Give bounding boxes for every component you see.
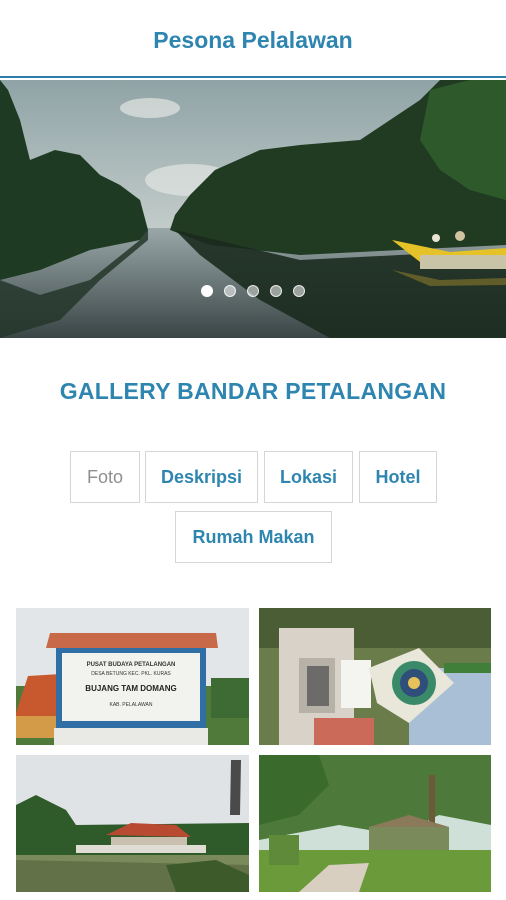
tab-hotel[interactable]: Hotel (359, 451, 437, 503)
gallery-photo-lake-building[interactable] (16, 755, 249, 892)
carousel-dot[interactable] (201, 285, 213, 297)
gallery-photo-sign-building[interactable]: PUSAT BUDAYA PETALANGAN DESA BETUNG KEC.… (16, 608, 249, 745)
gallery-photo-emblem[interactable] (259, 608, 491, 745)
tab-deskripsi[interactable]: Deskripsi (145, 451, 258, 503)
app-header: Pesona Pelalawan (0, 0, 506, 78)
gallery-photo-park[interactable] (259, 755, 491, 892)
carousel-dot[interactable] (270, 285, 282, 297)
hero-carousel[interactable] (0, 80, 506, 338)
carousel-dot[interactable] (224, 285, 236, 297)
tab-rumah-makan[interactable]: Rumah Makan (175, 511, 332, 563)
sign-line-3: BUJANG TAM DOMANG (85, 684, 176, 693)
sign-line-1: PUSAT BUDAYA PETALANGAN (87, 662, 176, 668)
sign-building-image: PUSAT BUDAYA PETALANGAN DESA BETUNG KEC.… (16, 608, 249, 745)
tab-lokasi[interactable]: Lokasi (264, 451, 353, 503)
carousel-dot[interactable] (247, 285, 259, 297)
emblem-sign-image (259, 608, 491, 745)
carousel-indicator (0, 285, 506, 297)
gallery-title: GALLERY BANDAR PETALANGAN (59, 378, 447, 404)
sign-line-2: DESA BETUNG KEC. PKL. KURAS (91, 671, 171, 677)
sign-line-4: KAB. PELALAWAN (110, 702, 153, 708)
carousel-dot[interactable] (293, 285, 305, 297)
tab-foto[interactable]: Foto (70, 451, 140, 503)
lake-building-image (16, 755, 249, 892)
park-image (259, 755, 491, 892)
app-title: Pesona Pelalawan (153, 26, 353, 53)
river-landscape-image (0, 80, 506, 338)
